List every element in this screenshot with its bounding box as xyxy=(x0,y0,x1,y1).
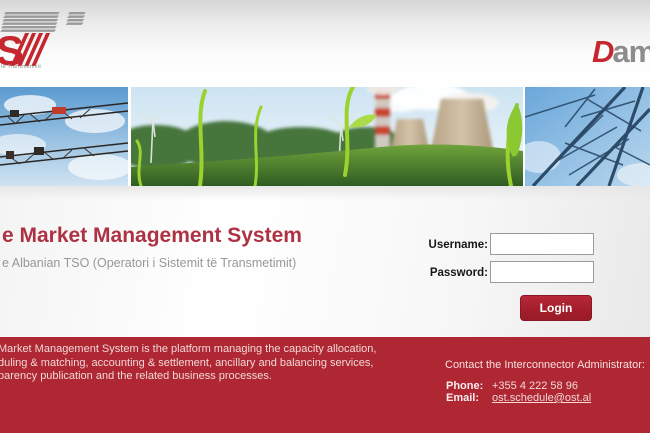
login-button[interactable]: Login xyxy=(520,295,592,321)
email-label: Email: xyxy=(446,392,492,404)
username-label: Username: xyxy=(420,239,488,251)
password-label: Password: xyxy=(420,267,488,279)
ost-logo-subtext: të Transmetimit xyxy=(1,64,41,70)
contact-email-row: Email:ost.schedule@ost.al xyxy=(446,392,591,404)
contact-phone-row: Phone:+355 4 222 58 96 xyxy=(446,380,578,392)
damas-logo-text: ama xyxy=(612,34,650,69)
footer-description-line: parency publication and the related busi… xyxy=(0,370,398,384)
header: S të Transmetimit Dama xyxy=(0,0,650,87)
damas-logo-d: D xyxy=(592,34,612,69)
username-input[interactable] xyxy=(490,233,594,255)
page-subtitle: e Albanian TSO (Operatori i Sistemit të … xyxy=(2,256,296,270)
phone-value: +355 4 222 58 96 xyxy=(492,380,578,392)
damas-logo: Dama xyxy=(592,34,650,70)
banner-photo-pylon xyxy=(525,87,650,186)
password-input[interactable] xyxy=(490,261,594,283)
phone-label: Phone: xyxy=(446,380,492,392)
footer-description: Market Management System is the platform… xyxy=(0,343,398,384)
banner-photo-strip xyxy=(0,87,650,186)
banner-photo-transmission-workers xyxy=(0,87,128,186)
footer-description-line: duling & matching, accounting & settleme… xyxy=(0,357,398,371)
contact-heading: Contact the Interconnector Administrator… xyxy=(445,359,645,371)
page-title: e Market Management System xyxy=(2,224,302,248)
email-link[interactable]: ost.schedule@ost.al xyxy=(492,392,591,404)
footer: Market Management System is the platform… xyxy=(0,337,650,433)
login-page: S të Transmetimit Dama xyxy=(0,0,650,433)
footer-description-line: Market Management System is the platform… xyxy=(0,343,398,357)
banner-photo-green-energy xyxy=(131,87,523,186)
